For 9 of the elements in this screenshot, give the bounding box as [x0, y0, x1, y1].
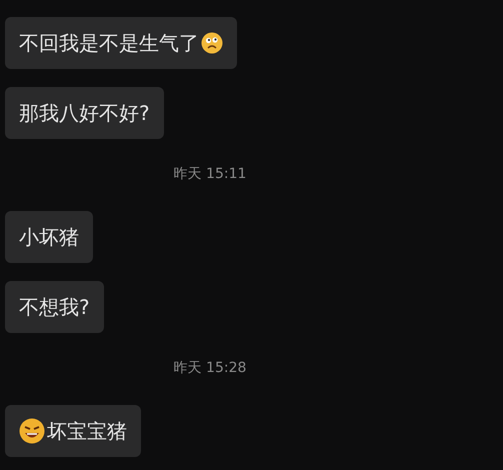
- message-text: 不回我是不是生气了: [19, 30, 199, 56]
- message-text: 不想我?: [19, 294, 90, 320]
- message-text: 小坏猪: [19, 224, 79, 250]
- message-text: 那我八好不好?: [19, 100, 150, 126]
- laughing-face-icon: [19, 418, 45, 444]
- timestamp: 昨天 15:11: [174, 165, 246, 183]
- message-text: 坏宝宝猪: [47, 418, 127, 444]
- timestamp: 昨天 15:28: [174, 359, 246, 377]
- worried-face-icon: [201, 32, 223, 54]
